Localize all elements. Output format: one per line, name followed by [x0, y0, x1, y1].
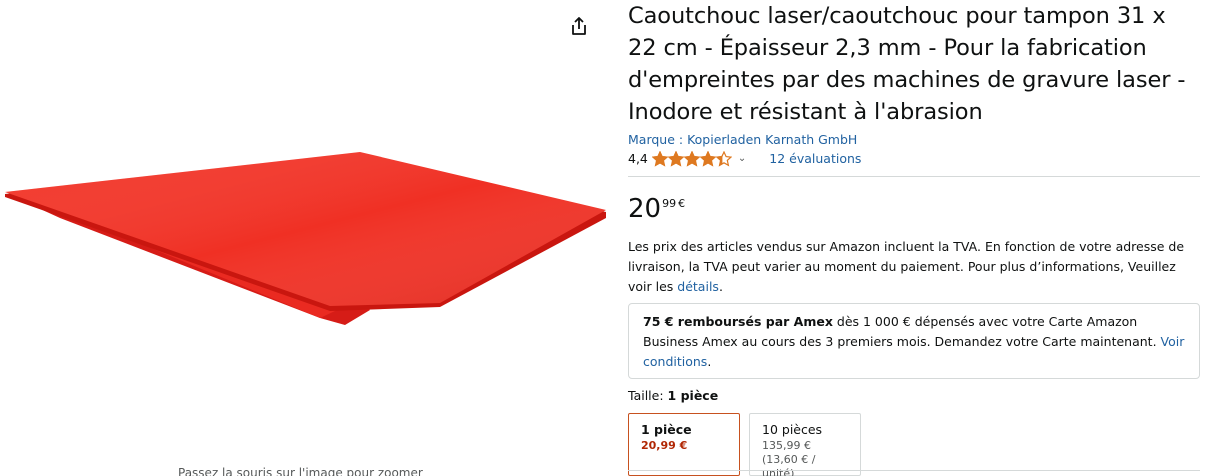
vat-end: .	[718, 279, 723, 294]
size-label-text: Taille:	[628, 388, 668, 403]
divider	[628, 470, 1200, 471]
price: 20 99 €	[628, 193, 1200, 225]
star-icon	[667, 151, 684, 167]
size-option-name: 10 pièces	[762, 422, 823, 437]
price-whole: 20	[628, 194, 662, 224]
size-options: 1 pièce 20,99 € 10 pièces 135,99 € (13,6…	[628, 413, 1200, 476]
amex-offer-box: 75 € remboursés par Amex dès 1 000 € dép…	[628, 303, 1200, 379]
size-option-1-piece[interactable]: 1 pièce 20,99 €	[628, 413, 740, 476]
vat-notice: Les prix des articles vendus sur Amazon …	[628, 237, 1200, 297]
size-option-name: 1 pièce	[641, 422, 692, 437]
size-label: Taille: 1 pièce	[628, 388, 1200, 404]
price-symbol: €	[678, 197, 686, 210]
amex-offer-headline: 75 € remboursés par Amex	[643, 314, 833, 329]
star-rating[interactable]	[651, 151, 732, 167]
divider	[628, 176, 1200, 177]
share-button[interactable]	[566, 12, 592, 40]
rating-row: 4,4 ⌄ 12 évaluations	[628, 149, 1200, 169]
share-icon	[572, 17, 586, 35]
brand-link[interactable]: Marque : Kopierladen Karnath GmbH	[628, 131, 1200, 149]
size-option-price: 20,99 €	[641, 439, 688, 452]
star-icon	[715, 151, 732, 167]
star-icon	[683, 151, 700, 167]
size-option-10-pieces[interactable]: 10 pièces 135,99 € (13,60 € / unité)	[749, 413, 861, 476]
product-image-area: Passez la souris sur l'image pour zoomer	[0, 0, 612, 476]
size-selected-value: 1 pièce	[667, 388, 719, 403]
product-image[interactable]	[0, 140, 612, 330]
reviews-link[interactable]: 12 évaluations	[769, 149, 861, 169]
product-title: Caoutchouc laser/caoutchouc pour tampon …	[628, 3, 1186, 125]
size-option-unit-price: (13,60 € / unité)	[762, 453, 816, 476]
star-icon	[699, 151, 716, 167]
rating-number: 4,4	[628, 151, 648, 166]
amex-end: .	[707, 354, 712, 369]
image-zoom-hint: Passez la souris sur l'image pour zoomer	[178, 466, 423, 476]
star-icon	[651, 151, 668, 167]
size-option-price: 135,99 €	[762, 439, 811, 452]
product-info: Caoutchouc laser/caoutchouc pour tampon …	[628, 0, 1200, 476]
price-fraction: 99	[662, 197, 677, 210]
vat-details-link[interactable]: détails	[677, 279, 719, 294]
chevron-down-icon[interactable]: ⌄	[738, 149, 746, 169]
